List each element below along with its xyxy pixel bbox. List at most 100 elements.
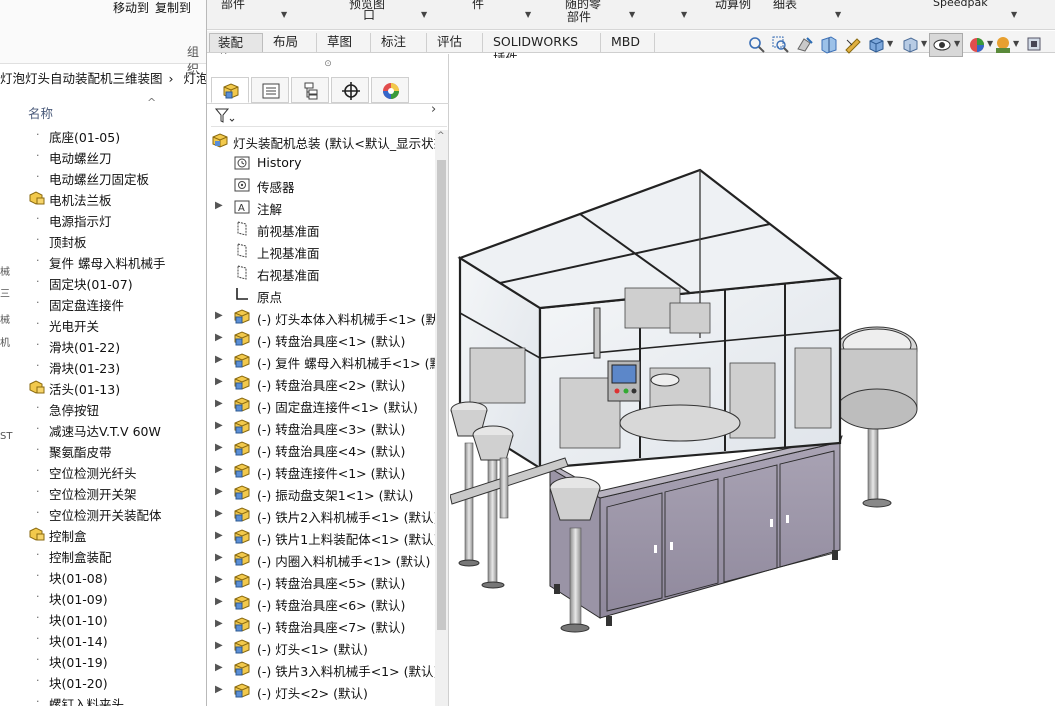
tree-component-node[interactable]: ▶ (-) 铁片2入料机械手<1> (默认) xyxy=(207,504,435,526)
file-list-item[interactable]: · 固定块(01-07) xyxy=(0,272,206,293)
ribbon-label[interactable]: Speedpak xyxy=(933,0,988,9)
file-list-item[interactable]: · 电源指示灯 xyxy=(0,209,206,230)
dropdown-arrow-icon[interactable]: ▼ xyxy=(1013,39,1019,48)
expand-arrow-icon[interactable]: ▶ xyxy=(215,200,223,211)
expand-arrow-icon[interactable]: ▶ xyxy=(215,420,223,431)
expand-arrow-icon[interactable]: ▶ xyxy=(215,662,223,673)
file-list-item[interactable]: · 聚氨酯皮带 xyxy=(0,440,206,461)
expand-arrow-icon[interactable]: ▶ xyxy=(215,442,223,453)
tab-4[interactable]: 评估 xyxy=(429,33,483,52)
expand-arrow-icon[interactable]: ▶ xyxy=(215,530,223,541)
assembly-3d-model[interactable] xyxy=(450,58,1055,706)
expand-arrow-icon[interactable]: ▶ xyxy=(215,310,223,321)
file-list-item[interactable]: · 空位检测开关架 xyxy=(0,482,206,503)
name-column-header[interactable]: 名称 xyxy=(28,103,53,122)
file-list-item[interactable]: · 急停按钮 xyxy=(0,398,206,419)
file-list-item[interactable]: · 减速马达V.T.V 60W xyxy=(0,419,206,440)
tree-component-node[interactable]: ▶ (-) 转盘治具座<6> (默认) xyxy=(207,592,435,614)
tree-component-node[interactable]: ▶ (-) 灯头<1> (默认) xyxy=(207,636,435,658)
scroll-up-icon[interactable]: ^ xyxy=(437,131,445,141)
ribbon-label[interactable]: 口 xyxy=(363,6,375,23)
file-list-item[interactable]: · 块(01-09) xyxy=(0,587,206,608)
file-list-item[interactable]: 活头(01-13) xyxy=(0,377,206,398)
tree-component-node[interactable]: ▶ (-) 转盘治具座<2> (默认) xyxy=(207,372,435,394)
view-orientation-icon[interactable] xyxy=(867,34,887,56)
expand-arrow-icon[interactable]: ▶ xyxy=(215,332,223,343)
edit-appearance-icon[interactable] xyxy=(967,34,987,56)
expand-arrow-icon[interactable]: ▶ xyxy=(215,354,223,365)
panel-splitter-handle[interactable]: ⊙ xyxy=(207,54,449,74)
tree-component-node[interactable]: ▶ (-) 固定盘连接件<1> (默认) xyxy=(207,394,435,416)
configurationmanager-tab[interactable] xyxy=(291,77,329,103)
file-list-item[interactable]: · 控制盒装配 xyxy=(0,545,206,566)
file-list-item[interactable]: 电机法兰板 xyxy=(0,188,206,209)
dropdown-arrow-icon[interactable]: ▼ xyxy=(629,10,635,19)
ribbon-label[interactable]: 部件 xyxy=(221,0,245,12)
dynamic-annotation-icon[interactable] xyxy=(843,34,863,56)
ribbon-label[interactable]: 部件 xyxy=(567,8,591,25)
breadcrumb-folder[interactable]: 灯泡灯头自动装配机三维装图 xyxy=(0,71,163,86)
file-list-item[interactable]: · 固定盘连接件 xyxy=(0,293,206,314)
ribbon-label[interactable]: 细表 xyxy=(773,0,797,12)
tree-component-node[interactable]: ▶ (-) 转盘治具座<4> (默认) xyxy=(207,438,435,460)
file-list-item[interactable]: · 块(01-10) xyxy=(0,608,206,629)
tree-scrollbar[interactable]: ^ xyxy=(435,130,448,706)
tree-component-node[interactable]: ▶ (-) 铁片3入料机械手<1> (默认) xyxy=(207,658,435,680)
file-list-item[interactable]: 控制盒 xyxy=(0,524,206,545)
tree-component-node[interactable]: ▶ (-) 转盘治具座<5> (默认) xyxy=(207,570,435,592)
tree-component-node[interactable]: ▶ (-) 转盘治具座<1> (默认) xyxy=(207,328,435,350)
ribbon-label[interactable]: 动算例 xyxy=(715,0,751,12)
tree-filter[interactable] xyxy=(211,105,447,127)
propertymanager-tab[interactable] xyxy=(251,77,289,103)
move-to-button[interactable]: 移动到 xyxy=(113,0,149,16)
sort-ascending-icon[interactable]: ^ xyxy=(147,96,156,109)
tab-1[interactable]: 布局 xyxy=(265,33,317,52)
expand-arrow-icon[interactable]: ▶ xyxy=(215,464,223,475)
file-list-item[interactable]: · 电动螺丝刀固定板 xyxy=(0,167,206,188)
dropdown-arrow-icon[interactable]: ▼ xyxy=(921,39,927,48)
tree-component-node[interactable]: ▶ (-) 转盘治具座<7> (默认) xyxy=(207,614,435,636)
tree-component-node[interactable]: ▶ (-) 复件 螺母入料机械手<1> (默 xyxy=(207,350,435,372)
dropdown-arrow-icon[interactable]: ▼ xyxy=(835,10,841,19)
view-settings-icon[interactable] xyxy=(1025,34,1045,56)
dropdown-arrow-icon[interactable]: ▼ xyxy=(1011,10,1017,19)
tree-component-node[interactable]: ▶ (-) 灯头<2> (默认) xyxy=(207,680,435,702)
ribbon-label[interactable]: 件 xyxy=(472,0,484,12)
zoom-to-area-icon[interactable] xyxy=(771,34,791,56)
display-style-icon[interactable] xyxy=(901,34,921,56)
breadcrumb-subfolder[interactable]: 灯泡 xyxy=(184,71,207,86)
dimxpert-tab[interactable] xyxy=(331,77,369,103)
expand-arrow-icon[interactable]: ▶ xyxy=(215,640,223,651)
file-list-item[interactable]: · 滑块(01-23) xyxy=(0,356,206,377)
file-list-item[interactable]: · 空位检测开关装配体 xyxy=(0,503,206,524)
dropdown-arrow-icon[interactable]: ▼ xyxy=(681,10,687,19)
file-list-item[interactable]: · 电动螺丝刀 xyxy=(0,146,206,167)
tab-3[interactable]: 标注 xyxy=(373,33,427,52)
tree-node[interactable]: 原点 xyxy=(207,284,435,306)
file-list-item[interactable]: · 螺钉入料夹头 xyxy=(0,692,206,706)
dropdown-arrow-icon[interactable]: ▼ xyxy=(421,10,427,19)
file-list-item[interactable]: · 块(01-20) xyxy=(0,671,206,692)
address-bar[interactable]: 灯泡灯头自动装配机三维装图 › 灯泡 xyxy=(0,68,206,88)
filter-icon[interactable] xyxy=(215,108,237,124)
tree-component-node[interactable]: ▶ (-) 内圈入料机械手<1> (默认) xyxy=(207,548,435,570)
expand-arrow-icon[interactable]: ▶ xyxy=(215,684,223,695)
file-list-item[interactable]: · 块(01-19) xyxy=(0,650,206,671)
previous-view-icon[interactable] xyxy=(795,34,815,56)
scrollbar-thumb[interactable] xyxy=(437,160,446,630)
file-list-item[interactable]: · 滑块(01-22) xyxy=(0,335,206,356)
tab-0[interactable]: 装配体 xyxy=(209,33,263,67)
file-list-item[interactable]: · 块(01-08) xyxy=(0,566,206,587)
expand-arrow-icon[interactable]: ▶ xyxy=(215,376,223,387)
expand-arrow-icon[interactable]: ▶ xyxy=(215,596,223,607)
tree-node[interactable]: ▶ A 注解 xyxy=(207,196,435,218)
file-list-item[interactable]: · 光电开关 xyxy=(0,314,206,335)
dropdown-arrow-icon[interactable]: ▼ xyxy=(954,39,960,48)
expand-arrow-icon[interactable]: ▶ xyxy=(215,508,223,519)
apply-scene-icon[interactable] xyxy=(993,34,1013,56)
file-list-item[interactable]: · 底座(01-05) xyxy=(0,125,206,146)
hide-show-items-button[interactable]: ▼ xyxy=(929,33,963,57)
tree-component-node[interactable]: ▶ (-) 铁片1上料装配体<1> (默认) xyxy=(207,526,435,548)
zoom-to-fit-icon[interactable] xyxy=(747,34,767,56)
tree-component-node[interactable]: ▶ (-) 转盘连接件<1> (默认) xyxy=(207,460,435,482)
